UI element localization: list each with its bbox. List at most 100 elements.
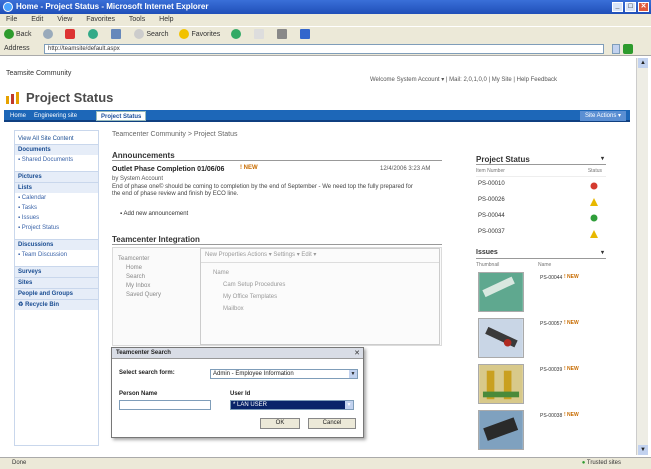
item-number[interactable]: PS-00010 (478, 181, 505, 187)
menu-view[interactable]: View (57, 16, 72, 23)
forward-button[interactable] (42, 27, 55, 43)
column-header[interactable]: Item Number (476, 168, 505, 174)
column-header[interactable]: Thumbnail (476, 262, 499, 268)
menu-help[interactable]: Help (159, 16, 173, 23)
stop-button[interactable] (65, 27, 77, 43)
refresh-button[interactable] (88, 27, 100, 43)
issue-thumbnail-image[interactable] (478, 410, 524, 450)
issue-thumbnail-image[interactable] (478, 364, 524, 404)
print-button[interactable] (277, 27, 289, 43)
ok-button[interactable]: OK (260, 418, 300, 429)
search-button[interactable]: Search (134, 27, 169, 43)
nav-team-discussion[interactable]: ▪ Team Discussion (15, 250, 98, 260)
nav-heading-documents[interactable]: Documents (15, 144, 98, 155)
favorites-button[interactable]: Favorites (179, 27, 220, 43)
column-header[interactable]: Name (538, 262, 551, 268)
chevron-down-icon[interactable]: ▾ (601, 155, 604, 162)
back-button[interactable]: Back (4, 27, 32, 43)
cancel-button[interactable]: Cancel (308, 418, 356, 429)
integration-toolbar[interactable]: New Properties Actions ▾ Settings ▾ Edit… (201, 249, 439, 263)
project-status-header[interactable]: Project Status ▾ (476, 155, 606, 165)
browser-toolbar: Back Search Favorites (0, 26, 651, 42)
nav-heading-discussions[interactable]: Discussions (15, 239, 98, 250)
chevron-down-icon[interactable]: ▾ (601, 249, 604, 256)
search-form-select[interactable]: Admin - Employee Information ▼ (210, 369, 358, 379)
nav-calendar[interactable]: ▪ Calendar (15, 193, 98, 203)
menu-tools[interactable]: Tools (129, 16, 145, 23)
close-icon[interactable]: ✕ (354, 348, 360, 359)
tree-node[interactable]: Teamcenter (118, 255, 200, 264)
item-number[interactable]: PS-00026 (478, 197, 505, 203)
edit-button[interactable] (300, 27, 312, 43)
issue-name[interactable]: PS-00057 (540, 321, 562, 327)
site-actions-button[interactable]: Site Actions ▾ (579, 111, 626, 121)
chevron-down-icon: ▼ (349, 370, 357, 378)
breadcrumb[interactable]: Teamcenter Community > Project Status (112, 131, 237, 138)
tree-node[interactable]: My Inbox (118, 282, 200, 291)
menu-file[interactable]: File (6, 16, 17, 23)
issue-row[interactable]: PS-00039 ! NEW (478, 364, 606, 408)
nav-project-status[interactable]: ▪ Project Status (15, 223, 98, 233)
list-item[interactable]: Cam Setup Procedures (201, 278, 439, 290)
scroll-down-icon[interactable]: ▼ (638, 445, 648, 455)
history-button[interactable] (231, 27, 243, 43)
issue-row[interactable]: PS-00044 ! NEW (478, 272, 606, 316)
item-number[interactable]: PS-00044 (478, 213, 505, 219)
item-number[interactable]: PS-00037 (478, 229, 505, 235)
user-id-select[interactable]: * LAN USER ▼ (230, 400, 354, 410)
mail-icon (254, 29, 265, 40)
address-field[interactable]: http://teamsite/default.aspx (44, 44, 604, 54)
column-header[interactable]: Status (588, 168, 602, 174)
mail-button[interactable] (254, 27, 266, 43)
tab-project-status[interactable]: Project Status (96, 111, 147, 121)
table-row[interactable]: PS-00026 (478, 197, 606, 211)
issue-name[interactable]: PS-00039 (540, 367, 562, 373)
nav-heading-sites[interactable]: Sites (15, 277, 98, 288)
tree-node[interactable]: Saved Query (118, 291, 200, 300)
issue-name[interactable]: PS-00038 (540, 413, 562, 419)
nav-heading-people[interactable]: People and Groups (15, 288, 98, 299)
scroll-up-icon[interactable]: ▲ (638, 58, 648, 68)
issue-thumbnail-image[interactable] (478, 318, 524, 358)
address-dropdown-icon[interactable] (612, 44, 620, 54)
list-item[interactable]: My Office Templates (201, 290, 439, 302)
nav-issues[interactable]: ▪ Issues (15, 213, 98, 223)
close-button[interactable]: ✕ (638, 2, 649, 12)
tab-home[interactable]: Home (6, 111, 30, 121)
integration-content: New Properties Actions ▾ Settings ▾ Edit… (200, 248, 440, 345)
issue-name[interactable]: PS-00044 (540, 275, 562, 281)
list-item[interactable]: Mailbox (201, 302, 439, 314)
integration-header[interactable]: Teamcenter Integration (112, 235, 442, 245)
home-button[interactable] (111, 27, 123, 43)
issue-row[interactable]: PS-00038 ! NEW (478, 410, 606, 454)
table-row[interactable]: PS-00037 (478, 229, 606, 243)
nav-tasks[interactable]: ▪ Tasks (15, 203, 98, 213)
menu-favorites[interactable]: Favorites (86, 16, 115, 23)
nav-heading-pictures[interactable]: Pictures (15, 171, 98, 182)
table-row[interactable]: PS-00044 (478, 213, 606, 227)
new-badge: ! NEW (240, 165, 258, 171)
welcome-menu[interactable]: Welcome System Account ▾ | Mail: 2,0,1,0… (370, 76, 557, 83)
nav-recycle-bin[interactable]: ♻ Recycle Bin (15, 299, 98, 310)
site-name-link[interactable]: Teamsite Community (6, 70, 71, 77)
vertical-scrollbar[interactable]: ▲ ▼ (636, 58, 648, 455)
nav-heading-lists[interactable]: Lists (15, 182, 98, 193)
add-announcement-link[interactable]: ▪ Add new announcement (120, 211, 188, 217)
issue-row[interactable]: PS-00057 ! NEW (478, 318, 606, 362)
tab-engineering-site[interactable]: Engineering site (30, 111, 81, 121)
person-name-input[interactable] (119, 400, 211, 410)
issues-header[interactable]: Issues ▾ (476, 249, 606, 259)
announcements-header[interactable]: Announcements (112, 151, 442, 161)
nav-shared-documents[interactable]: ▪ Shared Documents (15, 155, 98, 165)
minimize-button[interactable]: _ (612, 2, 623, 12)
announcement-title[interactable]: Outlet Phase Completion 01/06/06 (112, 166, 224, 173)
tree-node[interactable]: Search (118, 273, 200, 282)
issue-thumbnail-image[interactable] (478, 272, 524, 312)
nav-heading-surveys[interactable]: Surveys (15, 266, 98, 277)
maximize-button[interactable]: □ (625, 2, 636, 12)
view-all-content-link[interactable]: View All Site Content (15, 134, 98, 144)
tree-node[interactable]: Home (118, 264, 200, 273)
go-icon[interactable] (623, 44, 633, 54)
table-row[interactable]: PS-00010 (478, 181, 606, 195)
menu-edit[interactable]: Edit (31, 16, 43, 23)
